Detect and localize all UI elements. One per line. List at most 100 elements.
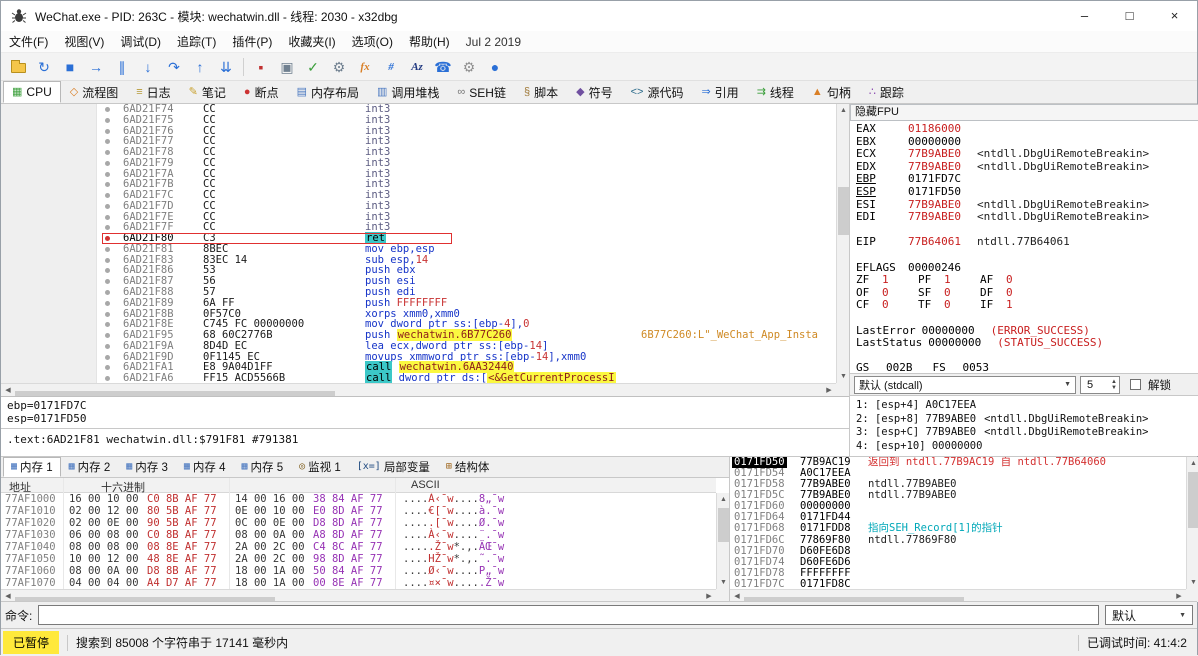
- breakpoint-dot[interactable]: [105, 279, 110, 284]
- tab-trace[interactable]: ∴跟踪: [860, 81, 913, 103]
- breakpoint-dot[interactable]: [105, 290, 110, 295]
- breakpoint-dot[interactable]: [105, 204, 110, 209]
- stack-row[interactable]: 0171FD78FFFFFFFF: [730, 568, 1186, 579]
- tab-watch-1[interactable]: ◎监视 1: [291, 457, 349, 477]
- scrollbar-track[interactable]: [837, 117, 849, 370]
- register-row[interactable]: EBP0171FD7C: [850, 173, 1198, 186]
- menu-item-0[interactable]: 文件(F): [1, 31, 56, 53]
- scrollbar-thumb[interactable]: [1188, 472, 1198, 528]
- breakpoint-dot[interactable]: [105, 182, 110, 187]
- register-row[interactable]: CF0TF0IF1: [850, 299, 1198, 312]
- breakpoint-dot[interactable]: [105, 301, 110, 306]
- breakpoint-dot[interactable]: [105, 365, 110, 370]
- tab-script[interactable]: §脚本: [515, 81, 567, 103]
- menu-item-6[interactable]: 选项(O): [344, 31, 401, 53]
- stepper-arrows-icon[interactable]: ▲▼: [1111, 379, 1117, 391]
- hide-fpu-button[interactable]: 隐藏FPU: [850, 104, 1198, 121]
- stack-row[interactable]: 0171FD6000000000: [730, 501, 1186, 512]
- disasm-horizontal-scrollbar[interactable]: ◀ ▶: [1, 383, 836, 396]
- breakpoint-dot[interactable]: [105, 150, 110, 155]
- breakpoint-dot[interactable]: [105, 312, 110, 317]
- tab-breakpoints[interactable]: ●断点: [235, 81, 288, 103]
- disasm-row[interactable]: 6AD21F79CCint3: [1, 158, 836, 169]
- tab-memory-map[interactable]: ▤内存布局: [288, 81, 368, 103]
- register-row[interactable]: OF0SF0DF0: [850, 287, 1198, 300]
- tab-cpu[interactable]: ▦CPU: [3, 81, 61, 103]
- stack-row[interactable]: 0171FD70D60FE6D8: [730, 546, 1186, 557]
- scroll-right-arrow[interactable]: ▶: [822, 384, 836, 397]
- tab-seh[interactable]: ∞SEH链: [448, 81, 515, 103]
- menu-item-7[interactable]: 帮助(H): [401, 31, 458, 53]
- scroll-down-arrow[interactable]: ▼: [1187, 576, 1198, 589]
- disasm-row[interactable]: 6AD21F75CCint3: [1, 115, 836, 126]
- register-row[interactable]: EDX77B9ABE0<ntdll.DbgUiRemoteBreakin>: [850, 161, 1198, 174]
- command-mode-select[interactable]: 默认 ▼: [1105, 605, 1193, 625]
- breakpoint-dot[interactable]: [105, 139, 110, 144]
- dump-row[interactable]: 77AF104008 00 08 0008 8E AF 772A 00 2C 0…: [1, 541, 716, 553]
- restart-button[interactable]: ↻: [32, 55, 56, 79]
- stack-row[interactable]: 0171FD5077B9AC19返回到 ntdll.77B9AC19 自 ntd…: [730, 457, 1186, 468]
- register-row[interactable]: GS002BFS0053: [850, 362, 1198, 373]
- hash-button[interactable]: #: [379, 55, 403, 79]
- minimize-button[interactable]: –: [1062, 1, 1107, 31]
- tab-log[interactable]: ≡日志: [127, 81, 179, 103]
- attach-button[interactable]: ☎: [431, 55, 455, 79]
- menu-item-3[interactable]: 追踪(T): [169, 31, 224, 53]
- tab-memory-4[interactable]: ▦内存 4: [176, 457, 234, 477]
- stack-row[interactable]: 0171FD680171FDD8指向SEH_Record[1]的指针: [730, 523, 1186, 534]
- menu-item-4[interactable]: 插件(P): [224, 31, 280, 53]
- dump-row[interactable]: 77AF105010 00 12 0048 8E AF 772A 00 2C 0…: [1, 553, 716, 565]
- breakpoint-dot[interactable]: [105, 247, 110, 252]
- register-row[interactable]: [850, 312, 1198, 325]
- breakpoint-dot[interactable]: [105, 107, 110, 112]
- preferences-button[interactable]: ⚙: [457, 55, 481, 79]
- register-row[interactable]: EFLAGS00000246: [850, 262, 1198, 275]
- functions-button[interactable]: fx: [353, 55, 377, 79]
- close-button[interactable]: ×: [1152, 1, 1197, 31]
- breakpoint-dot[interactable]: [105, 344, 110, 349]
- skip-button[interactable]: ⇊: [214, 55, 238, 79]
- snapshot-button[interactable]: ▣: [275, 55, 299, 79]
- pause-button[interactable]: ∥: [110, 55, 134, 79]
- patches-button[interactable]: ✓: [301, 55, 325, 79]
- disasm-row[interactable]: 6AD21F80C3ret: [1, 233, 836, 244]
- stack-row[interactable]: 0171FD54A0C17EEA: [730, 468, 1186, 479]
- command-input[interactable]: [38, 605, 1099, 625]
- breakpoint-dot[interactable]: [105, 215, 110, 220]
- menu-item-5[interactable]: 收藏夹(I): [280, 31, 343, 53]
- settings-button[interactable]: ⚙: [327, 55, 351, 79]
- tab-graph[interactable]: ◇流程图: [61, 81, 127, 103]
- run-button[interactable]: →: [84, 55, 108, 79]
- register-row[interactable]: ECX77B9ABE0<ntdll.DbgUiRemoteBreakin>: [850, 148, 1198, 161]
- register-row[interactable]: LastStatus00000000(STATUS_SUCCESS): [850, 337, 1198, 350]
- dump-row[interactable]: 77AF106008 00 0A 00D8 8B AF 7718 00 1A 0…: [1, 565, 716, 577]
- register-row[interactable]: [850, 249, 1198, 262]
- breakpoint-dot[interactable]: [105, 129, 110, 134]
- step-over-button[interactable]: ↷: [162, 55, 186, 79]
- scrollbar-track[interactable]: [1187, 470, 1198, 576]
- tab-source[interactable]: <>源代码: [622, 81, 693, 103]
- dump-row[interactable]: 77AF103006 00 08 00C0 8B AF 7708 00 0A 0…: [1, 529, 716, 541]
- scroll-up-arrow[interactable]: ▲: [1187, 457, 1198, 470]
- calling-convention-select[interactable]: 默认 (stdcall) ▼: [854, 376, 1076, 394]
- scrollbar-thumb[interactable]: [718, 508, 729, 542]
- stack-vertical-scrollbar[interactable]: ▲ ▼: [1186, 457, 1198, 589]
- step-out-button[interactable]: ↑: [188, 55, 212, 79]
- tab-handles[interactable]: ▲句柄: [803, 81, 860, 103]
- breakpoint-dot[interactable]: [105, 193, 110, 198]
- breakpoint-dot[interactable]: [105, 118, 110, 123]
- register-row[interactable]: EIP77B64061ntdll.77B64061: [850, 236, 1198, 249]
- arg-row[interactable]: 4: [esp+10] 00000000: [856, 440, 1198, 454]
- stack-row[interactable]: 0171FD6C77869F80ntdll.77869F80: [730, 535, 1186, 546]
- tab-memory-1[interactable]: ▦内存 1: [3, 457, 61, 477]
- tab-memory-2[interactable]: ▦内存 2: [61, 457, 119, 477]
- unlock-checkbox[interactable]: [1130, 379, 1141, 390]
- dump-row[interactable]: 77AF102002 00 0E 0090 5B AF 770C 00 0E 0…: [1, 517, 716, 529]
- breakpoint-dot[interactable]: [105, 355, 110, 360]
- breakpoint-dot[interactable]: [105, 172, 110, 177]
- menu-item-2[interactable]: 调试(D): [112, 31, 169, 53]
- register-row[interactable]: ESP0171FD50: [850, 186, 1198, 199]
- stack-row[interactable]: 0171FD7C0171FD8C: [730, 579, 1186, 589]
- search-button[interactable]: ●: [483, 55, 507, 79]
- tab-memory-3[interactable]: ▦内存 3: [118, 457, 176, 477]
